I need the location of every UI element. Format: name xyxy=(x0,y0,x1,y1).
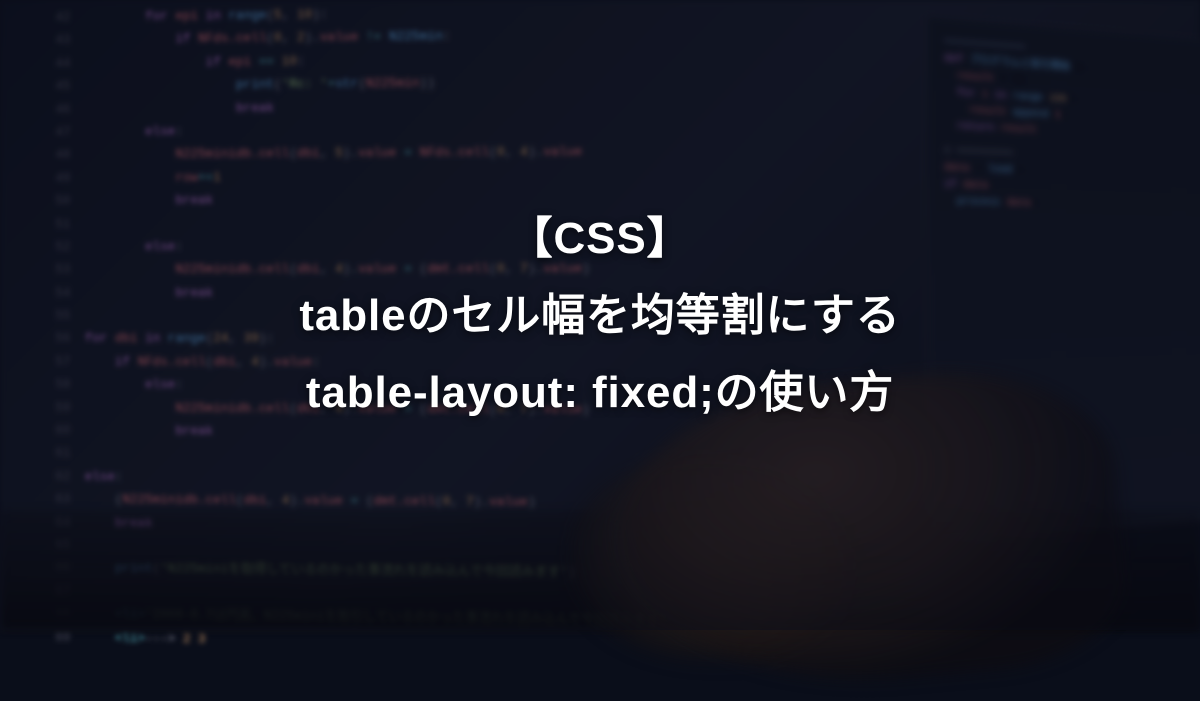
title-line-3: table-layout: fixed;の使い方 xyxy=(306,354,894,431)
title-line-1: 【CSS】 xyxy=(509,200,692,277)
title-container: 【CSS】 tableのセル幅を均等割にする table-layout: fix… xyxy=(0,0,1200,630)
title-line-2: tableのセル幅を均等割にする xyxy=(299,277,900,354)
